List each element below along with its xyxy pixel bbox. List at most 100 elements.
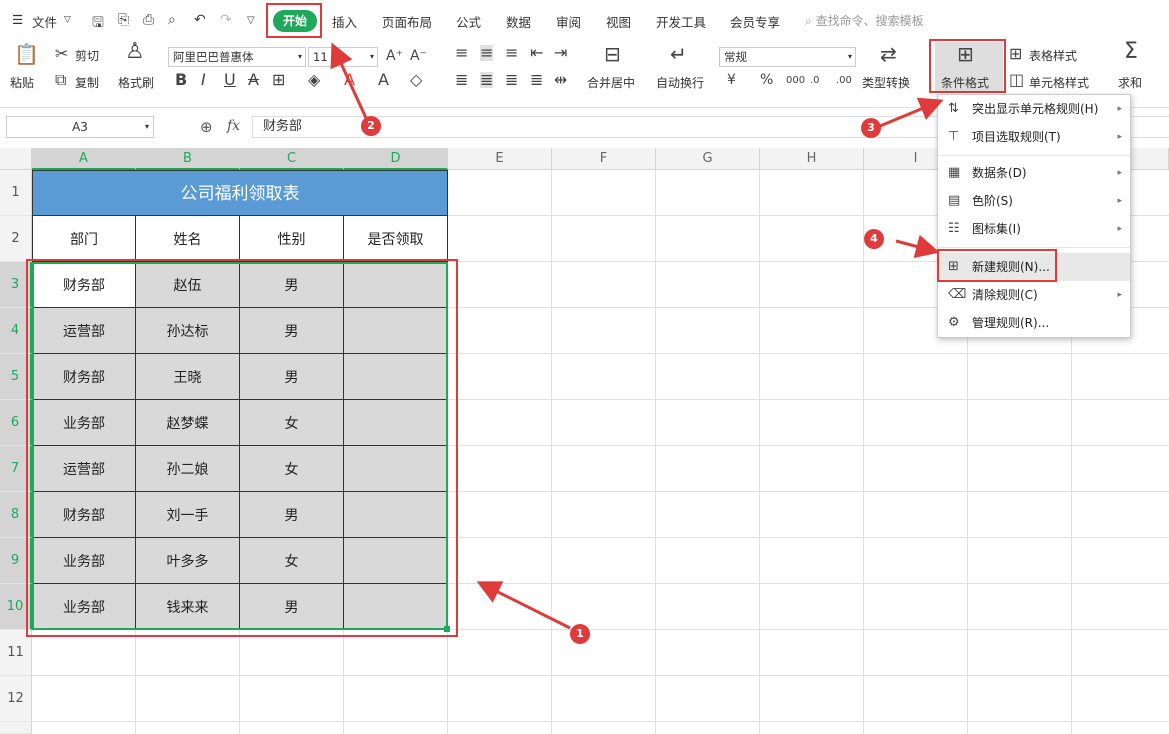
- arrow-4: [895, 234, 940, 259]
- number-format-select[interactable]: 常规 ▾: [719, 47, 856, 67]
- font-color2-icon[interactable]: A: [378, 72, 389, 88]
- tab-insert[interactable]: 插入: [332, 12, 357, 31]
- undo-icon[interactable]: ↶: [194, 12, 206, 28]
- font-color-icon[interactable]: A: [344, 72, 355, 88]
- header-cell-department[interactable]: 部门: [32, 216, 136, 262]
- underline-icon[interactable]: U: [224, 72, 236, 88]
- thousands-icon[interactable]: 000: [786, 73, 805, 89]
- menu-item-icon-sets[interactable]: ☷ 图标集(I) ▸: [938, 215, 1130, 243]
- align-left-icon[interactable]: ≣: [455, 72, 468, 88]
- wrap-text-icon[interactable]: ↵: [670, 44, 687, 64]
- print-icon[interactable]: ⎙: [143, 12, 154, 28]
- column-header-c[interactable]: C: [240, 148, 344, 170]
- header-cell-gender[interactable]: 性别: [240, 216, 344, 262]
- indent-decrease-icon[interactable]: ⇤: [530, 45, 543, 61]
- function-icon[interactable]: fx: [227, 118, 240, 134]
- table-style-button[interactable]: 表格样式: [1029, 47, 1077, 64]
- increase-decimal-icon[interactable]: .0: [810, 73, 820, 89]
- save-icon[interactable]: 🖫: [92, 12, 104, 36]
- select-all-corner[interactable]: [0, 148, 32, 170]
- copy-icon[interactable]: ⧉: [55, 72, 66, 88]
- zoom-icon[interactable]: ⊕: [200, 118, 213, 136]
- indent-increase-icon[interactable]: ⇥: [554, 45, 567, 61]
- row-header-1[interactable]: 1: [0, 170, 32, 216]
- copy-button[interactable]: 复制: [75, 74, 99, 91]
- distribute-icon[interactable]: ⇹: [554, 72, 567, 88]
- column-header-h[interactable]: H: [760, 148, 864, 170]
- align-top-icon[interactable]: ≡: [455, 45, 468, 61]
- customize-icon[interactable]: ▽: [247, 15, 255, 26]
- column-header-a[interactable]: A: [32, 148, 136, 170]
- menu-item-manage-rules[interactable]: ⚙ 管理规则(R)...: [938, 309, 1130, 337]
- name-box[interactable]: A3 ▾: [6, 116, 154, 138]
- scissors-icon[interactable]: ✂: [55, 46, 68, 62]
- sum-button[interactable]: 求和: [1118, 74, 1142, 91]
- align-bottom-icon[interactable]: ≡: [505, 45, 518, 61]
- merge-center-button[interactable]: 合并居中: [587, 74, 635, 91]
- format-painter-icon[interactable]: ♙: [125, 41, 145, 63]
- currency-icon[interactable]: ¥: [727, 72, 736, 88]
- strikethrough-icon[interactable]: A: [248, 72, 259, 88]
- cut-button[interactable]: 剪切: [75, 47, 99, 64]
- tab-developer[interactable]: 开发工具: [656, 12, 706, 31]
- file-menu[interactable]: 文件: [32, 12, 57, 31]
- tab-review[interactable]: 审阅: [556, 12, 581, 31]
- tab-page-layout[interactable]: 页面布局: [382, 12, 432, 31]
- wrap-text-button[interactable]: 自动换行: [656, 74, 704, 91]
- font-size-select[interactable]: 11 ▾: [308, 47, 378, 67]
- column-header-d[interactable]: D: [344, 148, 448, 170]
- italic-icon[interactable]: I: [201, 72, 206, 88]
- tab-data[interactable]: 数据: [506, 12, 531, 31]
- decrease-font-icon[interactable]: A⁻: [410, 48, 427, 64]
- gridline: [239, 630, 240, 734]
- redo-icon[interactable]: ↷: [220, 12, 232, 28]
- type-convert-button[interactable]: 类型转换: [862, 74, 910, 91]
- column-header-g[interactable]: G: [656, 148, 760, 170]
- row-header-2[interactable]: 2: [0, 216, 32, 262]
- cell-style-icon[interactable]: ◫: [1009, 72, 1024, 88]
- align-middle-icon[interactable]: ≡: [480, 45, 494, 61]
- highlight-box-cond-format: [929, 39, 1006, 93]
- type-convert-icon[interactable]: ⇄: [880, 44, 897, 64]
- print-preview-icon[interactable]: ⌕: [168, 12, 176, 28]
- font-family-select[interactable]: 阿里巴巴普惠体 ▾: [168, 47, 306, 67]
- menu-item-top-bottom-rules[interactable]: ⊤ 项目选取规则(T) ▸: [938, 123, 1130, 151]
- increase-font-icon[interactable]: A⁺: [386, 48, 403, 64]
- table-style-icon[interactable]: ⊞: [1009, 46, 1022, 62]
- export-pdf-icon[interactable]: ⎘: [118, 12, 129, 28]
- menu-item-data-bars[interactable]: ▦ 数据条(D) ▸: [938, 159, 1130, 187]
- search-box[interactable]: ⌕ 查找命令、搜索模板: [805, 12, 924, 29]
- hamburger-icon[interactable]: ☰: [12, 12, 23, 27]
- format-painter-button[interactable]: 格式刷: [118, 74, 154, 91]
- cell-style-button[interactable]: 单元格样式: [1029, 74, 1089, 91]
- menu-item-color-scales[interactable]: ▤ 色阶(S) ▸: [938, 187, 1130, 215]
- tab-formulas[interactable]: 公式: [456, 12, 481, 31]
- merge-cells-icon[interactable]: ⊟: [604, 44, 621, 64]
- chevron-down-icon[interactable]: ▽: [64, 15, 71, 25]
- gridline: [32, 721, 1169, 722]
- row-header-13[interactable]: [0, 722, 32, 734]
- row-header-12[interactable]: 12: [0, 676, 32, 722]
- tab-view[interactable]: 视图: [606, 12, 631, 31]
- header-cell-name[interactable]: 姓名: [136, 216, 240, 262]
- sheet-title-cell[interactable]: 公司福利领取表: [32, 170, 448, 216]
- fill-color-icon[interactable]: ◈: [308, 72, 320, 88]
- column-header-b[interactable]: B: [136, 148, 240, 170]
- column-header-f[interactable]: F: [552, 148, 656, 170]
- menu-item-clear-rules[interactable]: ⌫ 清除规则(C) ▸: [938, 281, 1130, 309]
- column-header-e[interactable]: E: [448, 148, 552, 170]
- bold-icon[interactable]: B: [175, 72, 187, 88]
- percent-icon[interactable]: %: [760, 72, 773, 88]
- paste-icon[interactable]: 📋: [14, 44, 39, 64]
- align-center-icon[interactable]: ≣: [480, 72, 494, 88]
- tab-membership[interactable]: 会员专享: [730, 12, 780, 31]
- paste-button[interactable]: 粘贴: [10, 74, 34, 91]
- header-cell-received[interactable]: 是否领取: [344, 216, 448, 262]
- justify-icon[interactable]: ≣: [530, 72, 543, 88]
- clear-format-icon[interactable]: ◇: [410, 72, 422, 88]
- menu-item-highlight-rules[interactable]: ⇅ 突出显示单元格规则(H) ▸: [938, 95, 1130, 123]
- sum-icon[interactable]: Σ: [1124, 41, 1138, 63]
- borders-icon[interactable]: ⊞: [272, 72, 285, 88]
- align-right-icon[interactable]: ≣: [505, 72, 518, 88]
- decrease-decimal-icon[interactable]: .00: [836, 73, 852, 89]
